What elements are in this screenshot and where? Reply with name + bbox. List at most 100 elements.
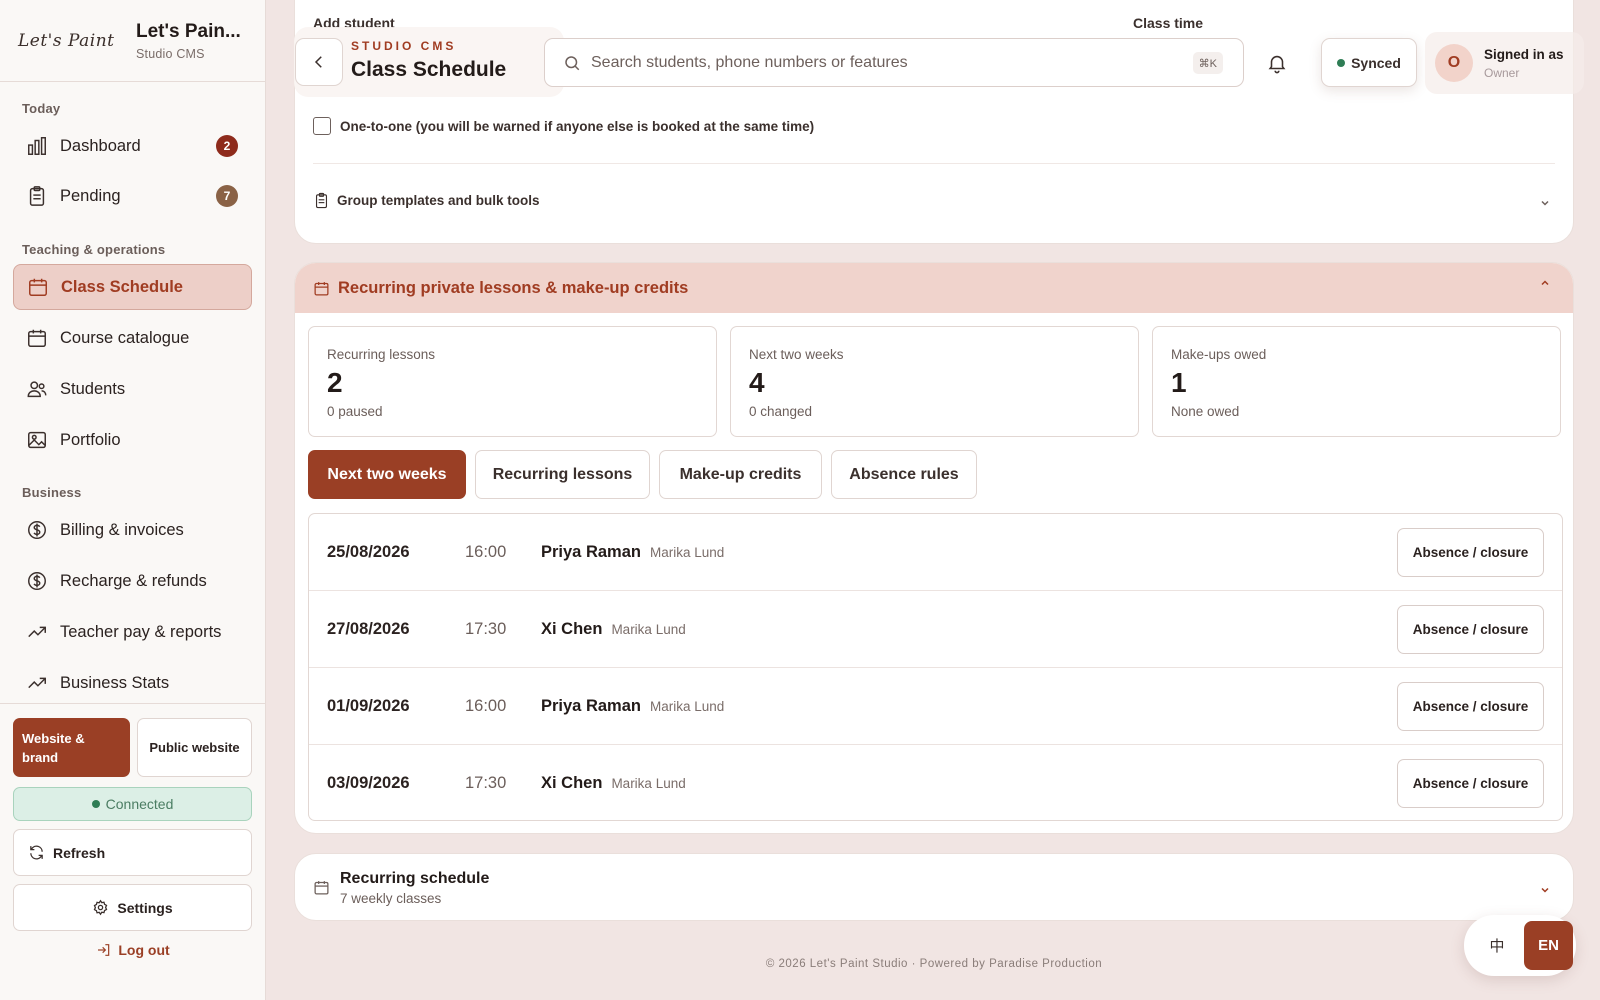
lesson-student: Priya Raman [541,696,641,715]
page-title: Class Schedule [351,58,507,81]
notification-badge: 7 [216,185,238,207]
sidebar-item-label: Pending [60,186,121,205]
tab-next-two-weeks[interactable]: Next two weeks [308,450,466,499]
lesson-time: 16:00 [465,542,507,561]
sidebar: Let's Paint Let's Pain... Studio CMS Tod… [0,0,266,1000]
stat-sub: None owed [1171,404,1240,419]
dollar-circle-icon [28,521,46,539]
recurring-lessons-card: Recurring private lessons & make-up cred… [294,262,1574,834]
search-input[interactable] [591,53,1171,72]
lesson-date: 03/09/2026 [327,774,410,792]
one-to-one-label: One-to-one (you will be warned if anyone… [340,118,815,134]
sidebar-item-billing[interactable]: Billing & invoices [13,507,252,553]
sidebar-item-students[interactable]: Students [13,366,252,412]
keyboard-shortcut-hint: ⌘K [1192,52,1223,74]
refresh-label: Refresh [53,844,106,861]
sidebar-item-label: Students [60,379,126,398]
lesson-time: 17:30 [465,774,507,792]
lesson-time: 17:30 [465,619,507,638]
one-to-one-option[interactable]: One-to-one (you will be warned if anyone… [313,117,814,135]
sidebar-item-teacher-pay[interactable]: Teacher pay & reports [13,609,252,655]
lesson-row: 01/09/2026 16:00 Priya Raman Marika Lund… [309,668,1562,745]
absence-closure-button[interactable]: Absence / closure [1397,605,1544,654]
chevron-down-icon[interactable] [1539,884,1551,896]
absence-closure-button[interactable]: Absence / closure [1397,682,1544,731]
chevron-up-icon[interactable] [1539,277,1551,289]
chevron-left-icon [314,56,322,68]
image-icon [28,431,46,449]
nav-section-business: Business [22,485,82,500]
refresh-button[interactable]: Refresh [13,829,252,876]
nav-section-today: Today [22,101,61,116]
clipboard-icon [29,186,45,206]
sidebar-item-pending[interactable]: Pending 7 [13,173,252,219]
sidebar-item-label: Portfolio [60,430,121,449]
sidebar-item-label: Billing & invoices [60,520,184,539]
stat-sub: 0 changed [749,404,813,419]
group-tools-toggle[interactable]: Group templates and bulk tools [313,192,540,209]
lesson-row: 03/09/2026 17:30 Xi Chen Marika Lund Abs… [309,745,1562,820]
recurring-schedule-subtitle: 7 weekly classes [340,891,442,906]
recurring-schedule-card[interactable]: Recurring schedule 7 weekly classes [294,853,1574,921]
main-content: Add student Class time One-to-one (you w… [266,0,1600,1000]
sidebar-item-recharge[interactable]: Recharge & refunds [13,558,252,604]
sidebar-item-label: Business Stats [60,673,170,692]
language-switcher: 中 EN [1464,915,1576,976]
stat-value: 4 [749,367,765,398]
sidebar-item-portfolio[interactable]: Portfolio [13,417,252,463]
lesson-time: 16:00 [465,696,507,715]
sidebar-footer: Website & brand Public website Connected… [0,703,266,1000]
lesson-teacher: Marika Lund [611,776,686,791]
sidebar-item-course-catalogue[interactable]: Course catalogue [13,315,252,361]
logout-icon [98,944,110,956]
sidebar-item-business-stats[interactable]: Business Stats [13,660,252,706]
stat-label: Next two weeks [749,347,844,362]
one-to-one-checkbox[interactable] [313,117,331,135]
recurring-lessons-title: Recurring private lessons & make-up cred… [338,278,689,297]
tab-recurring-lessons[interactable]: Recurring lessons [475,450,650,499]
dollar-circle-icon [28,572,46,590]
sidebar-item-dashboard[interactable]: Dashboard 2 [13,123,252,169]
trend-icon [28,626,46,638]
public-website-button[interactable]: Public website [137,718,252,777]
sidebar-item-class-schedule[interactable]: Class Schedule [13,264,252,310]
user-role: Owner [1484,65,1520,80]
back-button[interactable] [295,38,343,86]
bar-chart-icon [28,137,46,155]
stat-value: 1 [1171,367,1187,398]
stat-label: Recurring lessons [327,347,436,362]
calendar-icon [29,278,47,296]
lesson-student: Xi Chen [541,619,603,638]
recurring-lessons-header[interactable]: Recurring private lessons & make-up cred… [295,263,1573,313]
lesson-date: 25/08/2026 [327,542,410,561]
sidebar-item-label: Recharge & refunds [60,571,207,590]
tab-makeup-credits[interactable]: Make-up credits [659,450,822,499]
absence-closure-button[interactable]: Absence / closure [1397,759,1544,808]
status-dot-icon [1337,58,1346,67]
signed-in-label: Signed in as [1484,46,1564,62]
lesson-student: Xi Chen [541,774,603,792]
stat-card-recurring-lessons: Recurring lessons 2 0 paused [308,326,717,437]
chevron-down-icon[interactable] [1539,197,1551,209]
search-bar[interactable]: ⌘K [544,38,1244,87]
lessons-list: 25/08/2026 16:00 Priya Raman Marika Lund… [308,513,1563,821]
sidebar-item-label: Dashboard [60,136,141,155]
language-option-en[interactable]: EN [1524,921,1573,970]
gear-icon [94,899,108,916]
stat-card-makeups-owed: Make-ups owed 1 None owed [1152,326,1561,437]
user-menu[interactable]: O Signed in as Owner [1425,32,1584,94]
absence-closure-button[interactable]: Absence / closure [1397,528,1544,577]
logout-link[interactable]: Log out [0,942,266,958]
nav-section-teaching: Teaching & operations [22,242,166,257]
connection-status-label: Connected [105,796,174,812]
sync-status-button[interactable]: Synced [1321,38,1417,87]
website-brand-button[interactable]: Website & brand [13,718,130,777]
avatar: O [1435,44,1473,82]
language-option-zh[interactable]: 中 [1474,923,1520,969]
brand-logo: Let's Paint [18,30,115,51]
settings-button[interactable]: Settings [13,884,252,931]
tab-absence-rules[interactable]: Absence rules [831,450,977,499]
notification-badge: 2 [216,135,238,157]
bell-icon[interactable] [1266,52,1288,74]
group-tools-label: Group templates and bulk tools [337,193,540,208]
